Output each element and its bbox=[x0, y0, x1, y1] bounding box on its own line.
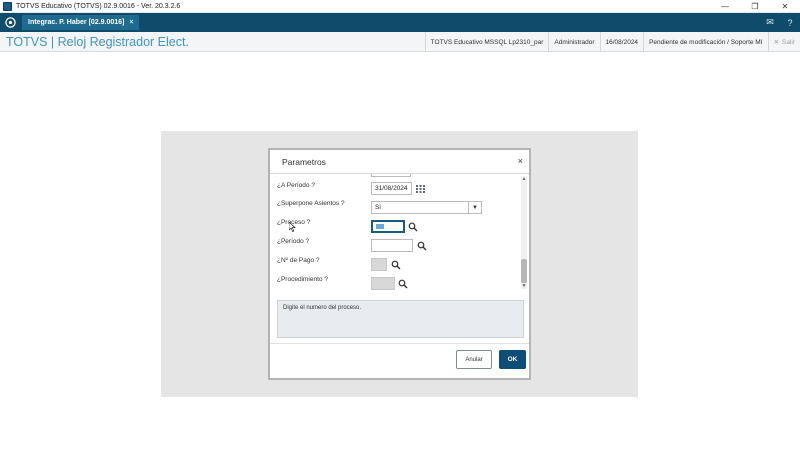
scroll-up-icon[interactable]: ▲ bbox=[521, 176, 527, 182]
periodo-input[interactable] bbox=[371, 239, 413, 252]
home-button[interactable] bbox=[0, 13, 20, 32]
previous-field-input[interactable] bbox=[371, 174, 411, 177]
tab-close-icon[interactable]: × bbox=[129, 19, 133, 26]
tab-integrac-p-haber[interactable]: Integrac. P. Haber [02.9.0016] × bbox=[22, 15, 140, 30]
footer-divider bbox=[270, 343, 529, 344]
window-controls: — ❐ ✕ bbox=[710, 0, 800, 13]
app-window-icon bbox=[3, 1, 12, 11]
form-scrollbar[interactable]: ▲ ▼ bbox=[521, 176, 527, 289]
field-label-nro-pago: ¿Nº de Pago ? bbox=[277, 257, 320, 264]
search-icon[interactable] bbox=[408, 222, 418, 232]
chevron-down-icon[interactable]: ▼ bbox=[468, 202, 481, 213]
window-title: TOTVS Educativo (TOTVS) 02.9.0016 - Ver.… bbox=[16, 2, 181, 10]
field-label-periodo: ¿Período ? bbox=[277, 238, 310, 245]
tabbar-actions: ✉ ? bbox=[760, 13, 800, 32]
dialog-close-icon[interactable]: × bbox=[518, 156, 523, 166]
restore-button[interactable]: ❐ bbox=[740, 0, 770, 13]
home-logo-icon bbox=[4, 17, 16, 28]
minimize-button[interactable]: — bbox=[710, 0, 740, 13]
dialog-header: Parametros × bbox=[270, 150, 529, 174]
help-text-box: Digite el numero del proceso. bbox=[277, 300, 524, 338]
tab-bar: Integrac. P. Haber [02.9.0016] × ✉ ? bbox=[0, 13, 800, 32]
text-selection bbox=[376, 224, 384, 229]
app-header: TOTVS | Reloj Registrador Elect. TOTVS E… bbox=[0, 32, 800, 52]
tab-label: Integrac. P. Haber [02.9.0016] bbox=[28, 19, 125, 26]
superpone-asientos-select[interactable]: Si ▼ bbox=[371, 201, 482, 214]
window-titlebar: TOTVS Educativo (TOTVS) 02.9.0016 - Ver.… bbox=[0, 0, 800, 13]
help-icon[interactable]: ? bbox=[780, 13, 800, 32]
nro-pago-input[interactable] bbox=[371, 258, 387, 271]
search-icon[interactable] bbox=[417, 241, 427, 251]
a-periodo-value: 31/08/2024 bbox=[375, 185, 408, 192]
superpone-asientos-value: Si bbox=[375, 204, 381, 211]
help-text: Digite el numero del proceso. bbox=[283, 305, 362, 311]
dialog-title: Parametros bbox=[282, 157, 326, 167]
search-icon[interactable] bbox=[398, 279, 408, 289]
field-label-a-periodo: ¿A Período ? bbox=[277, 182, 315, 189]
a-periodo-input[interactable]: 31/08/2024 bbox=[371, 182, 412, 195]
field-label-superpone-asientos: ¿Superpone Asientos ? bbox=[277, 200, 345, 207]
proceso-input[interactable] bbox=[371, 220, 405, 233]
exit-icon: ✕ bbox=[773, 39, 779, 46]
mouse-cursor-icon bbox=[289, 222, 296, 232]
parameters-form: ¿A Período ? 31/08/2024 ¿Superpone Asien… bbox=[270, 174, 529, 292]
close-window-button[interactable]: ✕ bbox=[770, 0, 800, 13]
app-title: TOTVS | Reloj Registrador Elect. bbox=[6, 34, 189, 49]
search-icon[interactable] bbox=[391, 260, 401, 270]
status-label[interactable]: Pendiente de modificación / Soporte MI bbox=[643, 32, 767, 52]
exit-button[interactable]: ✕ Salir bbox=[767, 32, 800, 52]
scroll-down-icon[interactable]: ▼ bbox=[521, 283, 527, 289]
exit-label: Salir bbox=[781, 38, 795, 46]
procedimiento-input[interactable] bbox=[371, 277, 395, 290]
ok-button[interactable]: OK bbox=[499, 350, 526, 369]
date-label[interactable]: 16/08/2024 bbox=[599, 32, 644, 52]
header-info: TOTVS Educativo MSSQL Lp2310_par Adminis… bbox=[424, 32, 800, 52]
mail-icon[interactable]: ✉ bbox=[760, 13, 780, 32]
user-label[interactable]: Administrador bbox=[548, 32, 599, 52]
field-label-procedimiento: ¿Procedimiento ? bbox=[277, 276, 328, 283]
calendar-icon[interactable] bbox=[416, 185, 425, 193]
environment-label[interactable]: TOTVS Educativo MSSQL Lp2310_par bbox=[424, 32, 549, 52]
cancel-button[interactable]: Anular bbox=[456, 350, 492, 369]
parameters-dialog: Parametros × ¿A Período ? 31/08/2024 ¿Su… bbox=[268, 148, 531, 380]
scrollbar-thumb[interactable] bbox=[521, 259, 527, 283]
